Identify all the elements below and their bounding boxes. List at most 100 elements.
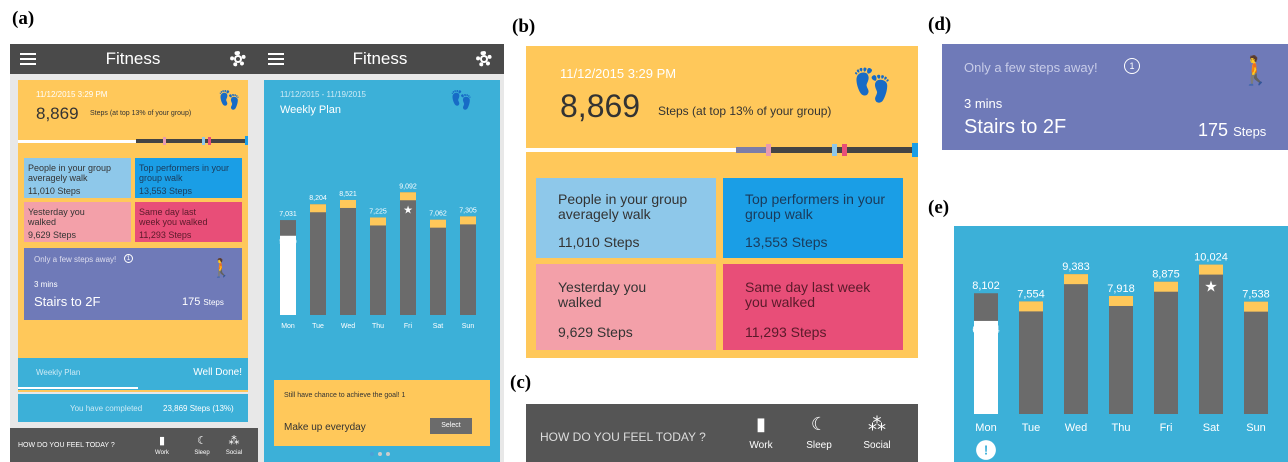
gear-icon[interactable] — [230, 51, 246, 67]
goal-note: Still have chance to achieve the goal! 1 — [284, 392, 406, 399]
weekly-plan-card: 11/12/2015 - 11/19/2015 Weekly Plan 👣 7,… — [264, 80, 500, 462]
star-icon: ★ — [403, 204, 413, 216]
day-label-wed: Wed — [341, 323, 355, 330]
bar-value-wed: 8,521 — [339, 191, 357, 198]
option-work[interactable]: Work — [152, 450, 172, 456]
suggestion-activity: Stairs to 2F — [34, 294, 101, 309]
day-label-tue: Tue — [1022, 422, 1041, 434]
progress-fill — [136, 139, 248, 143]
bar-mon-actual — [280, 235, 296, 315]
phone-screen-home: Fitness 11/12/2015 3:29 PM 8,869 Steps (… — [10, 44, 258, 462]
bar-fri — [1154, 281, 1178, 414]
bar-cap-thu — [1109, 295, 1133, 306]
moon-icon[interactable]: ☾ — [192, 434, 212, 447]
bar-cap-wed — [1064, 274, 1088, 285]
steps-count: 8,869 — [560, 88, 641, 124]
menu-icon[interactable] — [268, 53, 284, 65]
info-icon[interactable]: 1 — [124, 254, 133, 263]
briefcase-icon[interactable]: ▮ — [152, 434, 172, 447]
weekly-steps-chart-small: 7,031Mon5,869!8,204Tue8,521Wed7,225Thu9,… — [279, 183, 477, 330]
bar-value-thu: 7,918 — [1107, 283, 1135, 295]
bar-thu — [1109, 295, 1133, 414]
panel-label-b: (b) — [512, 16, 536, 37]
bar-tue — [1019, 301, 1043, 414]
bar-cap-tue — [1019, 301, 1043, 312]
day-label-mon: Mon — [281, 323, 295, 330]
suggestion-duration: 3 mins — [964, 96, 1003, 111]
option-sleep[interactable]: Sleep — [804, 440, 834, 451]
stairs-icon: 🚶 — [1238, 55, 1273, 86]
network-icon[interactable]: ⁂ — [860, 414, 894, 435]
day-label-fri: Fri — [404, 323, 413, 330]
page-dots[interactable] — [370, 452, 390, 456]
alert-icon-mark: ! — [984, 442, 988, 457]
tile-top-performers: Top performers in your group walk 13,553… — [723, 178, 903, 258]
info-icon[interactable]: 1 — [1124, 58, 1140, 74]
day-label-thu: Thu — [372, 323, 384, 330]
bar-tue — [310, 204, 326, 315]
bar-value-sun: 7,538 — [1242, 289, 1270, 301]
completed-bar: You have completed 23,869 Steps (13%) — [18, 394, 248, 422]
bar-value-wed: 9,383 — [1062, 261, 1090, 273]
actual-value-mon: 5,869 — [279, 239, 297, 246]
bar-value-sun: 7,305 — [459, 207, 477, 214]
bar-cap-sat — [1199, 264, 1223, 275]
network-icon[interactable]: ⁂ — [224, 434, 244, 447]
weekly-steps-chart-large: 8,102 Mon 6,244! 7,554 Tue 9,383 Wed 7,918 Thu 8,… — [972, 252, 1270, 460]
steps-caption: Steps (at top 13% of your group) — [90, 110, 192, 117]
bar-wed — [1064, 274, 1088, 414]
option-sleep[interactable]: Sleep — [192, 450, 212, 456]
actual-value-mon: 6,244 — [972, 324, 1000, 336]
weekly-summary-label: Weekly Plan — [36, 368, 81, 377]
weekly-date-range: 11/12/2015 - 11/19/2015 — [280, 90, 366, 99]
bar-cap-sun — [460, 216, 476, 225]
menu-icon[interactable] — [20, 53, 36, 65]
suggestion-steps: 175 Steps — [182, 296, 224, 308]
bar-value-tue: 8,204 — [309, 195, 327, 202]
suggestion-headline: Only a few steps away! — [34, 255, 117, 264]
day-label-sat: Sat — [1203, 422, 1220, 434]
bar-sun — [460, 216, 476, 315]
moon-icon[interactable]: ☾ — [804, 414, 834, 435]
briefcase-icon[interactable]: ▮ — [746, 414, 776, 435]
app-title: Fitness — [105, 49, 161, 68]
weekly-summary-bar[interactable]: Weekly Plan Well Done! — [18, 358, 248, 390]
suggestion-card-enlarged[interactable]: Only a few steps away! 1 3 mins Stairs t… — [942, 44, 1288, 150]
steps-datetime: 11/12/2015 3:29 PM — [560, 66, 677, 81]
app-header: Fitness — [10, 44, 258, 74]
bar-value-fri: 8,875 — [1152, 269, 1180, 281]
option-social[interactable]: Social — [224, 450, 244, 456]
bar-cap-tue — [310, 204, 326, 213]
suggestion-card[interactable]: Only a few steps away! 1 3 mins Stairs t… — [24, 248, 242, 320]
tile-same-day-last-week: Same day last week you walked 11,293 Ste… — [135, 202, 242, 242]
option-social[interactable]: Social — [860, 440, 894, 451]
bar-cap-sat — [430, 219, 446, 228]
bar-cap-sun — [1244, 301, 1268, 312]
bar-sun — [1244, 301, 1268, 414]
app-header-2: Fitness — [258, 44, 504, 74]
bar-value-tue: 7,554 — [1017, 288, 1045, 300]
bar-cap-thu — [370, 217, 386, 226]
phone-screen-weekly: Fitness 11/12/2015 - 11/19/2015 Weekly P… — [258, 44, 504, 462]
day-label-fri: Fri — [1160, 422, 1173, 434]
bar-value-fri: 9,092 — [399, 183, 417, 190]
panel-label-c: (c) — [510, 372, 532, 393]
day-label-sun: Sun — [462, 323, 475, 330]
bar-wed — [340, 199, 356, 315]
steps-card-enlarged: 11/12/2015 3:29 PM 8,869 Steps (at top 1… — [526, 46, 918, 358]
suggestion-steps: 175 Steps — [1198, 120, 1267, 140]
bar-value-sat: 10,024 — [1194, 252, 1228, 264]
day-label-sun: Sun — [1246, 422, 1266, 434]
footprints-icon: 👣 — [852, 67, 892, 103]
tile-group-average: People in your group averagely walk 11,0… — [536, 178, 716, 258]
steps-count: 8,869 — [36, 104, 79, 123]
feel-question: HOW DO YOU FEEL TODAY ? — [540, 430, 706, 444]
weekly-summary-status: Well Done! — [193, 367, 242, 378]
tile-group-average: People in your group averagely walk 11,0… — [24, 158, 131, 198]
option-work[interactable]: Work — [746, 440, 776, 451]
bar-cap-fri — [400, 192, 416, 201]
gear-icon[interactable] — [476, 51, 492, 67]
panel-label-d: (d) — [928, 14, 952, 35]
select-button[interactable]: Select — [430, 418, 472, 434]
goal-card: Still have chance to achieve the goal! 1… — [274, 380, 490, 446]
